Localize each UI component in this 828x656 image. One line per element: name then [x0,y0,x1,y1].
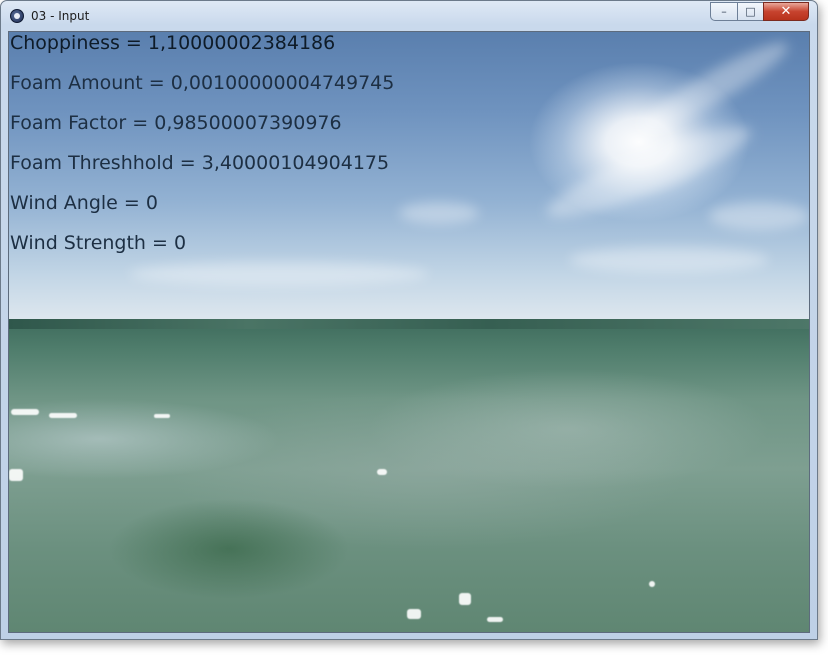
sky-cloud [709,202,809,230]
sky-cloud [129,262,429,286]
wave-foam [487,617,503,622]
hud-wind-angle: Wind Angle = 0 [10,192,158,214]
wave-foam [377,469,387,475]
minimize-button[interactable]: – [710,2,737,21]
wave-foam [11,409,39,415]
window-controls: – □ ✕ [710,2,809,22]
sky-cloud [569,247,769,273]
sky-cloud [399,202,479,224]
wave-foam [9,469,23,481]
window-title: 03 - Input [31,9,90,23]
hud-foam-threshhold: Foam Threshhold = 3,40000104904175 [10,152,390,174]
wave-foam [49,413,77,418]
hud-foam-amount: Foam Amount = 0,00100000004749745 [10,72,395,94]
sky-cloud [632,32,796,143]
render-viewport[interactable]: Choppiness = 1,10000002384186 Foam Amoun… [8,31,810,633]
wave-foam [407,609,421,619]
app-icon[interactable] [10,9,24,23]
wave-foam [649,581,655,587]
wave-foam [154,414,170,418]
maximize-button[interactable]: □ [737,2,763,21]
wave-foam [459,593,471,605]
hud-foam-factor: Foam Factor = 0,98500007390976 [10,112,342,134]
title-bar[interactable]: 03 - Input – □ ✕ [1,1,817,31]
hud-wind-strength: Wind Strength = 0 [10,232,187,254]
close-button[interactable]: ✕ [763,2,809,21]
ocean-surface [9,319,809,632]
app-window: 03 - Input – □ ✕ Choppiness = 1,10000002… [0,0,818,640]
hud-choppiness: Choppiness = 1,10000002384186 [10,32,336,54]
